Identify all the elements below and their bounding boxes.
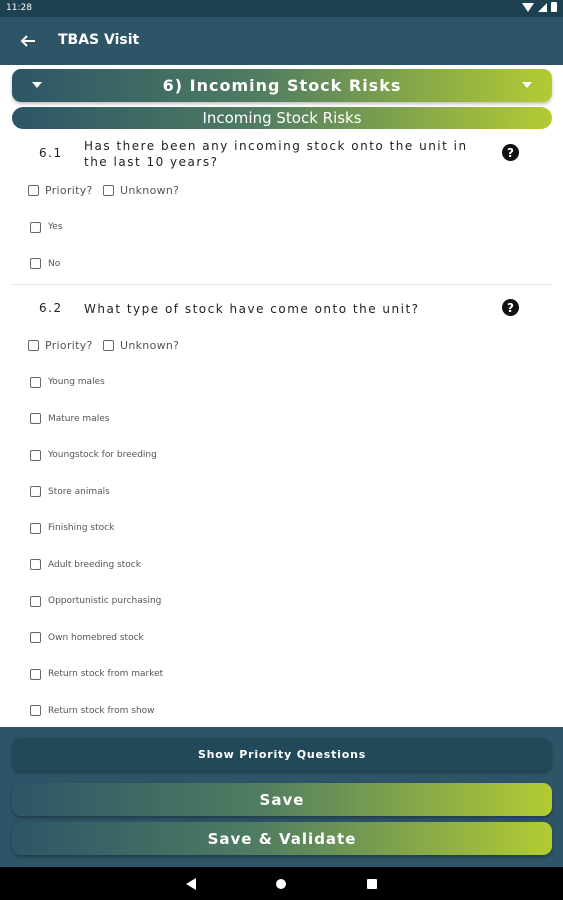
section-header-dropdown[interactable]: 6) Incoming Stock Risks: [12, 69, 552, 102]
nav-home-icon[interactable]: [276, 879, 286, 889]
option-checkbox[interactable]: [30, 596, 41, 607]
sub-section-title: Incoming Stock Risks: [202, 109, 362, 127]
priority-label: Priority?: [45, 184, 93, 197]
help-icon[interactable]: ?: [502, 144, 519, 161]
app-bar: TBAS Visit: [0, 17, 563, 65]
priority-checkbox[interactable]: [28, 340, 39, 351]
option-checkbox[interactable]: [30, 632, 41, 643]
option-label: Store animals: [48, 487, 110, 497]
option-label: Finishing stock: [48, 523, 115, 533]
nav-recents-icon[interactable]: [367, 879, 377, 889]
option-label: Yes: [48, 222, 63, 232]
option-label: Mature males: [48, 414, 110, 424]
section-title: 6) Incoming Stock Risks: [162, 76, 402, 95]
help-icon[interactable]: ?: [502, 299, 519, 316]
priority-checkbox[interactable]: [28, 185, 39, 196]
save-and-validate-button[interactable]: Save & Validate: [12, 822, 552, 855]
option-label: Young males: [48, 377, 105, 387]
option-checkbox[interactable]: [30, 450, 41, 461]
save-button[interactable]: Save: [12, 783, 552, 816]
bottom-action-panel: Show Priority Questions Save Save & Vali…: [0, 727, 563, 867]
divider: [12, 284, 552, 285]
option-label: Return stock from show: [48, 706, 155, 716]
status-bar: 11:28: [0, 0, 563, 17]
app-title: TBAS Visit: [58, 32, 140, 48]
question-text: Has there been any incoming stock onto t…: [84, 139, 468, 169]
option-checkbox[interactable]: [30, 413, 41, 424]
unknown-checkbox[interactable]: [103, 185, 114, 196]
question-number: 6.1: [39, 146, 63, 160]
unknown-label: Unknown?: [120, 339, 180, 352]
option-label: No: [48, 259, 61, 269]
system-nav-bar: [0, 867, 563, 900]
question-number: 6.2: [39, 301, 63, 315]
option-label: Opportunistic purchasing: [48, 596, 162, 606]
option-checkbox-yes[interactable]: [30, 222, 41, 233]
option-checkbox-no[interactable]: [30, 258, 41, 269]
unknown-checkbox[interactable]: [103, 340, 114, 351]
option-label: Return stock from market: [48, 669, 164, 679]
signal-icon: [538, 2, 547, 12]
arrow-left-icon: [20, 35, 35, 47]
battery-icon: [551, 2, 557, 12]
option-checkbox[interactable]: [30, 486, 41, 497]
option-checkbox[interactable]: [30, 377, 41, 388]
option-label: Own homebred stock: [48, 633, 144, 643]
wifi-icon: [522, 2, 534, 12]
option-checkbox[interactable]: [30, 523, 41, 534]
question-text: What type of stock have come onto the un…: [84, 302, 420, 316]
option-label: Youngstock for breeding: [48, 450, 157, 460]
option-checkbox[interactable]: [30, 705, 41, 716]
option-checkbox[interactable]: [30, 669, 41, 680]
option-checkbox[interactable]: [30, 559, 41, 570]
status-time: 11:28: [6, 3, 32, 13]
back-arrow-icon[interactable]: [16, 29, 40, 53]
nav-back-icon[interactable]: [186, 878, 196, 890]
chevron-down-icon: [522, 82, 532, 88]
priority-label: Priority?: [45, 339, 93, 352]
status-icons: [522, 2, 557, 12]
show-priority-questions-button[interactable]: Show Priority Questions: [12, 738, 552, 771]
option-label: Adult breeding stock: [48, 560, 141, 570]
unknown-label: Unknown?: [120, 184, 180, 197]
sub-section-header: Incoming Stock Risks: [12, 107, 552, 129]
chevron-down-icon: [32, 82, 42, 88]
